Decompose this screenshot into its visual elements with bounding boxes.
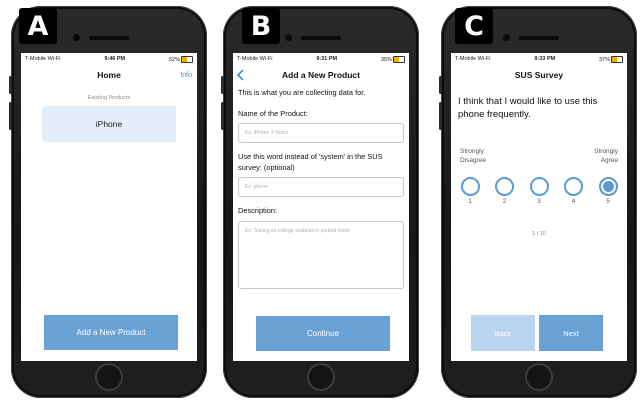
radio-button[interactable] [529, 177, 549, 196]
speaker [89, 36, 129, 40]
battery-percent: 37% [598, 56, 610, 63]
battery-percent: 52% [168, 56, 180, 63]
status-time: 9:31 PM [316, 56, 338, 62]
carrier-label: T-Mobile Wi-Fi [25, 56, 61, 62]
product-name-input[interactable]: Ex: iPhone X Notch [238, 123, 404, 143]
right-anchor-label: Strongly Agree [594, 148, 618, 164]
home-button[interactable] [95, 363, 123, 391]
carrier-label: T-Mobile Wi-Fi [455, 56, 491, 62]
home-button[interactable] [525, 363, 553, 391]
mute-switch [439, 76, 442, 94]
home-button[interactable] [307, 363, 335, 391]
volume-up-button [9, 102, 12, 130]
battery-icon [180, 55, 193, 63]
option-number: 5 [606, 199, 610, 205]
question-progress: 1 / 10 [532, 231, 546, 237]
status-time: 9:33 PM [534, 56, 556, 62]
nav-bar: Add a New Product [233, 65, 409, 85]
front-camera [285, 34, 292, 41]
option-number: 4 [571, 199, 576, 205]
speaker [301, 36, 341, 40]
carrier-label: T-Mobile Wi-Fi [237, 56, 273, 62]
intro-text: This is what you are collecting data for… [238, 88, 366, 97]
likert-option[interactable]: 5 [597, 177, 619, 205]
volume-up-button [439, 102, 442, 130]
continue-button[interactable]: Continue [256, 316, 390, 351]
phone-b: T-Mobile Wi-Fi 9:31 PM 35% Add a New Pro… [221, 6, 419, 398]
mute-switch [9, 76, 12, 94]
likert-option[interactable]: 4 [563, 177, 585, 205]
status-time: 9:46 PM [104, 56, 126, 62]
screen-add-product: T-Mobile Wi-Fi 9:31 PM 35% Add a New Pro… [233, 53, 409, 361]
radio-button-selected[interactable] [598, 177, 618, 196]
battery-indicator: 37% [598, 55, 623, 63]
next-button[interactable]: Next [539, 315, 603, 351]
radio-button[interactable] [460, 177, 480, 196]
scale-anchors: Strongly Disagree Strongly Agree [451, 147, 627, 165]
nav-bar: Home Info [21, 65, 197, 85]
option-number: 3 [537, 199, 541, 205]
battery-icon [392, 55, 405, 63]
system-word-label: Use this word instead of 'system' in the… [238, 152, 383, 172]
product-card[interactable]: iPhone [42, 106, 176, 142]
option-number: 2 [502, 199, 507, 205]
description-input[interactable]: Ex: Testing on college students in portr… [238, 220, 404, 289]
panel-label-c: C [455, 8, 493, 44]
likert-option[interactable]: 2 [494, 177, 516, 205]
left-anchor-label: Strongly Disagree [460, 148, 487, 164]
page-title: SUS Survey [514, 70, 564, 80]
option-number: 1 [468, 199, 472, 205]
likert-option[interactable]: 3 [528, 177, 550, 205]
battery-percent: 35% [380, 56, 392, 63]
product-name-label: Name of the Product: [238, 108, 308, 118]
battery-indicator: 35% [380, 55, 405, 63]
nav-bar: SUS Survey [451, 65, 627, 85]
likert-option[interactable]: 1 [459, 177, 481, 205]
speaker [519, 36, 559, 40]
description-label: Description: [238, 206, 278, 215]
back-button[interactable]: Back [471, 315, 535, 351]
add-product-button[interactable]: Add a New Product [44, 315, 178, 350]
status-bar: T-Mobile Wi-Fi 9:31 PM 35% [233, 53, 409, 65]
screen-home: T-Mobile Wi-Fi 9:46 PM 52% Home Info Exi… [21, 53, 197, 361]
page-title: Add a New Product [282, 70, 360, 80]
phone-a: T-Mobile Wi-Fi 9:46 PM 52% Home Info Exi… [9, 6, 207, 398]
front-camera [73, 34, 80, 41]
panel-label-b: B [242, 8, 280, 44]
panel-label-a: A [19, 8, 57, 44]
status-bar: T-Mobile Wi-Fi 9:33 PM 37% [451, 53, 627, 65]
radio-button[interactable] [495, 177, 514, 196]
page-title: Home [97, 70, 121, 80]
system-word-input[interactable]: Ex: phone [238, 177, 404, 197]
volume-up-button [221, 102, 224, 130]
product-name: iPhone [95, 119, 123, 129]
screen-sus-survey: T-Mobile Wi-Fi 9:33 PM 37% SUS Survey I … [451, 53, 627, 361]
radio-button[interactable] [564, 177, 583, 196]
section-label: Existing Products [87, 95, 131, 101]
status-bar: T-Mobile Wi-Fi 9:46 PM 52% [21, 53, 197, 65]
battery-indicator: 52% [168, 55, 193, 63]
mute-switch [221, 76, 224, 94]
info-link[interactable]: Info [180, 72, 192, 79]
phone-c: T-Mobile Wi-Fi 9:33 PM 37% SUS Survey I … [439, 6, 637, 398]
survey-question: I think that I would like to use this ph… [458, 96, 598, 120]
battery-icon [610, 55, 623, 63]
back-chevron-icon[interactable] [237, 69, 245, 81]
front-camera [503, 34, 510, 41]
likert-scale: 1 2 3 4 5 [451, 177, 627, 205]
